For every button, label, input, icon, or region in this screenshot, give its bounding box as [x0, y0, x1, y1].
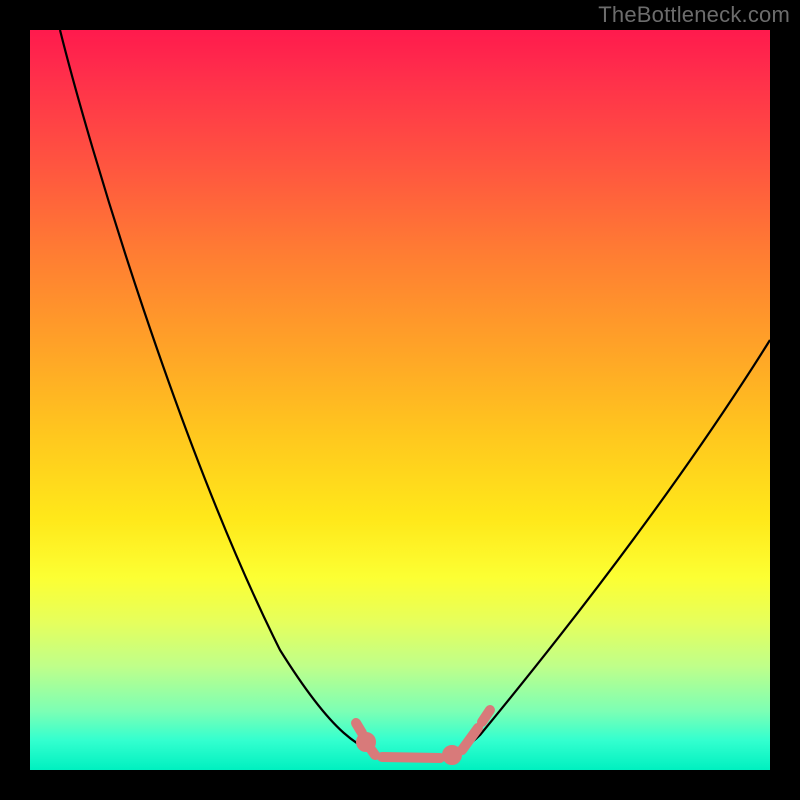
chart-frame: TheBottleneck.com — [0, 0, 800, 800]
optimal-zone-markers — [356, 710, 490, 760]
plot-area — [30, 30, 770, 770]
curve-layer — [30, 30, 770, 770]
attribution-label: TheBottleneck.com — [598, 2, 790, 28]
bottleneck-curve-path — [60, 30, 770, 758]
